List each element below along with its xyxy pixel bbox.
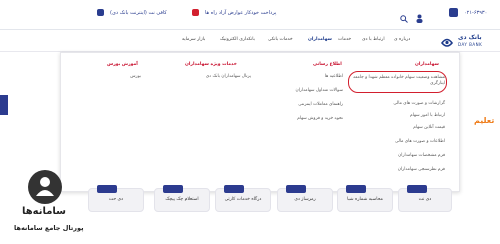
menu-item-shareholder-form[interactable]: فرم مشخصات سهامداران <box>353 153 445 158</box>
menu-item-announcements[interactable]: اطلاعیه ها <box>271 74 343 79</box>
card-cheque-inquiry[interactable]: استعلام چک پیچک <box>154 185 210 212</box>
bank-name-en: DAY BANK <box>458 42 483 47</box>
card-label: محاسبه شماره شبا <box>347 197 383 202</box>
day-bank-logo-icon[interactable] <box>440 34 454 48</box>
menu-heading-notices: اطلاع رسانی <box>313 62 342 67</box>
card-icon <box>224 185 244 193</box>
watermark-subtitle: پورتال جامع سامانه‌ها <box>14 224 84 232</box>
menu-item-online-price[interactable]: قیمت آنلاین سهام <box>353 125 445 130</box>
samanehha-watermark: سامانه‌ها پورتال جامع سامانه‌ها <box>14 170 84 240</box>
menu-item-share-affairs[interactable]: ارتباط با امور سهام <box>353 113 445 118</box>
card-icon <box>346 185 366 193</box>
phone-icon <box>449 8 458 17</box>
nav-e-banking[interactable]: بانکداری الکترونیک <box>220 37 255 42</box>
phone-number[interactable]: ۰۲۱-۶۳۹۳۰ <box>464 10 487 16</box>
menu-heading-special-services: خدمات ویژه سهامداران <box>185 62 237 67</box>
banner-side-text: تعلیم <box>474 116 495 125</box>
menu-item-shareholder-portal[interactable]: پرتال سهامداران بانک دی <box>173 74 251 79</box>
nav-banking-services[interactable]: خدمات بانکی <box>268 37 293 42</box>
car-icon <box>192 9 199 16</box>
card-day-net[interactable]: دی نت <box>398 185 452 212</box>
main-nav: بانک دی DAY BANK درباره ی ارتباط با دی خ… <box>0 30 500 52</box>
nav-capital-market[interactable]: بازار سرمایه <box>182 37 205 42</box>
nav-services[interactable]: خدمات <box>338 37 351 42</box>
menu-item-buy-sell-guide[interactable]: نحوه خرید و فروش سهام <box>271 116 343 121</box>
menu-item-online-trading-guide[interactable]: راهنمای معاملات اینترنتی <box>271 102 343 107</box>
card-sheba[interactable]: محاسبه شماره شبا <box>337 185 393 212</box>
menu-item-survey-form[interactable]: فرم نظرسنجی سهامداران <box>353 167 445 172</box>
watermark-person-icon <box>28 170 62 204</box>
menu-item-faq[interactable]: سوالات متداول سهامداران <box>271 88 343 93</box>
internet-bank-icon <box>97 9 104 16</box>
menu-item-bourse[interactable]: بورس <box>101 74 141 79</box>
user-icon[interactable] <box>416 8 423 23</box>
right-banner-edge: تعلیم <box>474 108 500 125</box>
card-token[interactable]: رمزساز دی <box>277 185 333 212</box>
nav-about[interactable]: درباره ی <box>394 37 410 42</box>
card-label: رمزساز دی <box>294 197 316 202</box>
watermark-title: سامانه‌ها <box>21 206 67 217</box>
highlight-ring <box>348 71 447 93</box>
card-icon <box>407 185 427 193</box>
cafe-net-link[interactable]: کافی نت (اینترنت بانک دی) <box>110 10 167 16</box>
left-slider-edge <box>0 95 8 115</box>
card-label: دی حت <box>108 197 124 202</box>
menu-heading-shareholders: سهامداران <box>415 62 439 67</box>
card-label: دی نت <box>418 197 432 202</box>
card-label: استعلام چک پیچک <box>165 197 199 202</box>
card-icon <box>163 185 183 193</box>
card-day-hat[interactable]: دی حت <box>88 185 144 212</box>
menu-heading-bourse-training: آموزش بورس <box>107 62 138 67</box>
nav-contact[interactable]: ارتباط با دی <box>362 37 385 42</box>
card-card-gateway[interactable]: درگاه خدمات کارتی <box>215 185 271 212</box>
menu-item-financial-info[interactable]: اطلاعات و صورت های مالی <box>353 139 445 144</box>
card-icon <box>286 185 306 193</box>
bank-name-fa: بانک دی <box>458 34 482 41</box>
toll-payment-link[interactable]: پرداخت خودکار عوارض آزاد راه ها <box>205 10 276 16</box>
card-label: درگاه خدمات کارتی <box>224 197 262 202</box>
card-icon <box>97 185 117 193</box>
nav-shareholders[interactable]: سهامداران <box>308 37 332 42</box>
top-bar: ۰۲۱-۶۳۹۳۰ پرداخت خودکار عوارض آزاد راه ه… <box>0 0 500 30</box>
search-icon[interactable] <box>400 8 408 23</box>
menu-item-financial-reports[interactable]: گزارشات و صورت های مالی <box>353 101 445 106</box>
